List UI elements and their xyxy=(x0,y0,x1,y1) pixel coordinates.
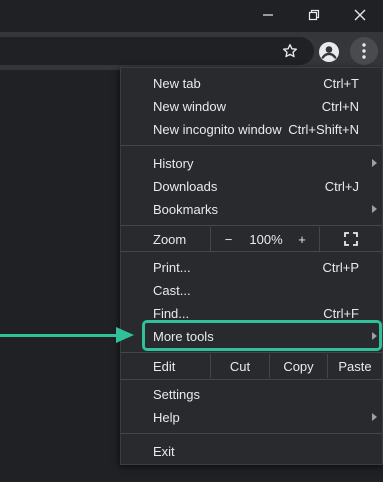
menu-item-shortcut: Ctrl+N xyxy=(321,99,359,114)
menu-item-label: New incognito window xyxy=(153,122,282,137)
menu-item-shortcut: Ctrl+F xyxy=(323,306,359,321)
bookmark-button[interactable] xyxy=(280,41,300,61)
menu-item-help[interactable]: Help xyxy=(121,406,382,429)
menu-item-label: History xyxy=(153,156,194,171)
menu-item-shortcut: Ctrl+J xyxy=(324,179,359,194)
fullscreen-icon xyxy=(344,232,358,246)
menu-divider xyxy=(121,379,382,380)
close-icon xyxy=(354,9,366,21)
submenu-arrow-icon xyxy=(372,413,377,421)
menu-item-new-tab[interactable]: New tab Ctrl+T xyxy=(121,72,382,95)
fullscreen-button[interactable] xyxy=(320,227,382,251)
menu-divider xyxy=(121,352,382,353)
copy-label: Copy xyxy=(283,358,314,374)
menu-item-exit[interactable]: Exit xyxy=(121,440,382,463)
edit-label: Edit xyxy=(153,359,176,374)
browser-window: New tab Ctrl+T New window Ctrl+N New inc… xyxy=(0,0,383,482)
menu-item-print[interactable]: Print... Ctrl+P xyxy=(121,256,382,279)
menu-item-label: Help xyxy=(153,410,180,425)
restore-icon xyxy=(308,9,320,21)
chrome-menu: New tab Ctrl+T New window Ctrl+N New inc… xyxy=(120,67,383,465)
menu-item-shortcut: Ctrl+P xyxy=(322,260,359,275)
menu-item-history[interactable]: History xyxy=(121,152,382,175)
customize-menu-button[interactable] xyxy=(350,37,378,65)
submenu-arrow-icon xyxy=(372,159,377,167)
menu-item-label: Print... xyxy=(153,260,191,275)
menu-item-label: New tab xyxy=(153,76,201,91)
title-bar xyxy=(0,0,383,32)
pointer-arrow-head-icon xyxy=(116,327,134,343)
zoom-in-label: + xyxy=(298,231,306,247)
close-button[interactable] xyxy=(337,0,383,30)
menu-item-settings[interactable]: Settings xyxy=(121,383,382,406)
menu-item-shortcut: Ctrl+T xyxy=(323,76,359,91)
menu-divider xyxy=(121,251,382,252)
menu-divider xyxy=(121,225,382,226)
menu-divider xyxy=(121,145,382,146)
menu-item-label: New window xyxy=(153,99,226,114)
menu-item-bookmarks[interactable]: Bookmarks xyxy=(121,198,382,221)
submenu-arrow-icon xyxy=(372,205,377,213)
account-icon xyxy=(319,42,339,62)
zoom-level: 100% xyxy=(246,227,286,251)
minimize-button[interactable] xyxy=(245,0,291,30)
copy-button[interactable]: Copy xyxy=(270,354,327,378)
zoom-out-label: − xyxy=(224,231,233,247)
menu-item-cast[interactable]: Cast... xyxy=(121,279,382,302)
menu-item-label: Find... xyxy=(153,306,190,321)
zoom-in-button[interactable]: + xyxy=(286,227,318,251)
kebab-icon xyxy=(362,43,366,59)
paste-button[interactable]: Paste xyxy=(328,354,382,378)
profile-button[interactable] xyxy=(318,41,340,63)
menu-item-new-incognito-window[interactable]: New incognito window Ctrl+Shift+N xyxy=(121,118,382,141)
edit-row: Edit Cut Copy Paste xyxy=(121,354,382,378)
cut-button[interactable]: Cut xyxy=(211,354,269,378)
zoom-out-button[interactable]: − xyxy=(211,227,246,251)
menu-item-label: Downloads xyxy=(153,179,218,194)
zoom-row: Zoom − 100% + xyxy=(121,227,382,251)
more-tools-highlight xyxy=(142,320,382,351)
menu-item-label: Bookmarks xyxy=(153,202,219,217)
menu-item-downloads[interactable]: Downloads Ctrl+J xyxy=(121,175,382,198)
pointer-arrow-icon xyxy=(0,334,122,337)
menu-divider xyxy=(121,433,382,434)
address-bar[interactable] xyxy=(0,37,314,65)
zoom-label: Zoom xyxy=(153,232,187,247)
star-icon xyxy=(283,44,297,58)
menu-item-shortcut: Ctrl+Shift+N xyxy=(288,122,359,137)
zoom-level-value: 100% xyxy=(249,231,283,247)
browser-toolbar xyxy=(0,32,383,70)
menu-item-label: Exit xyxy=(153,444,175,459)
menu-item-label: Cast... xyxy=(153,283,191,298)
menu-item-label: Settings xyxy=(153,387,200,402)
menu-item-new-window[interactable]: New window Ctrl+N xyxy=(121,95,382,118)
paste-label: Paste xyxy=(338,358,372,374)
restore-button[interactable] xyxy=(291,0,337,30)
minimize-icon xyxy=(263,14,273,16)
cut-label: Cut xyxy=(229,358,251,374)
